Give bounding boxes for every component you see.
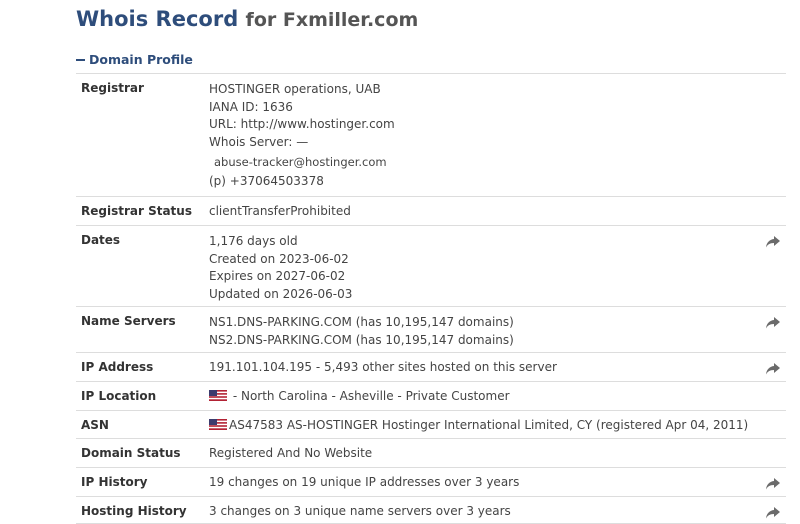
row-dates: Dates 1,176 days old Created on 2023-06-… (76, 225, 786, 306)
registrar-status-value: clientTransferProhibited (209, 204, 351, 218)
registrar-phone: (p) +37064503378 (209, 174, 324, 188)
domain-profile-table: Registrar HOSTINGER operations, UAB IANA… (76, 73, 786, 524)
row-label-domain-status: Domain Status (81, 446, 181, 460)
ip-address-value: 191.101.104.195 - 5,493 other sites host… (209, 360, 557, 374)
row-asn: ASN AS47583 AS-HOSTINGER Hostinger Inter… (76, 410, 786, 438)
registrar-value: HOSTINGER operations, UAB IANA ID: 1636 … (209, 81, 395, 191)
dates-created: Created on 2023-06-02 (209, 251, 349, 266)
domain-profile-toggle[interactable]: Domain Profile (76, 52, 193, 67)
registrar-name: HOSTINGER operations, UAB (209, 82, 381, 96)
dates-age: 1,176 days old (209, 234, 298, 248)
name-server-1: NS1.DNS-PARKING.COM (has 10,195,147 doma… (209, 315, 514, 329)
row-label-registrar-status: Registrar Status (81, 204, 192, 218)
row-label-asn: ASN (81, 418, 109, 432)
section-label: Domain Profile (89, 52, 193, 67)
row-ip-location: IP Location - North Carolina - Asheville… (76, 381, 786, 410)
registrar-url: URL: http://www.hostinger.com (209, 117, 395, 131)
name-server-2: NS2.DNS-PARKING.COM (has 10,195,147 doma… (209, 332, 514, 347)
ip-location-text: - North Carolina - Asheville - Private C… (232, 389, 510, 403)
title-domain: for Fxmiller.com (245, 9, 419, 31)
row-label-dates: Dates (81, 233, 121, 247)
registrar-iana: IANA ID: 1636 (209, 99, 293, 114)
domain-status-value: Registered And No Website (209, 446, 373, 460)
row-name-servers: Name Servers NS1.DNS-PARKING.COM (has 10… (76, 306, 786, 352)
share-arrow-icon[interactable] (766, 317, 780, 329)
row-domain-status: Domain Status Registered And No Website (76, 438, 786, 467)
row-label-hosting-history: Hosting History (81, 504, 187, 518)
us-flag-icon (209, 419, 227, 430)
row-registrar: Registrar HOSTINGER operations, UAB IANA… (76, 73, 786, 196)
asn-text: AS47583 AS-HOSTINGER Hostinger Internati… (229, 418, 749, 432)
row-ip-address: IP Address 191.101.104.195 - 5,493 other… (76, 352, 786, 381)
hosting-history-value: 3 changes on 3 unique name servers over … (209, 504, 511, 518)
asn-value: AS47583 AS-HOSTINGER Hostinger Internati… (209, 418, 748, 432)
ip-location-value: - North Carolina - Asheville - Private C… (209, 389, 510, 403)
collapse-minus-icon (76, 58, 85, 61)
whois-page: Whois Record for Fxmiller.com Domain Pro… (0, 0, 800, 524)
share-arrow-icon[interactable] (766, 478, 780, 490)
row-label-ip-history: IP History (81, 475, 148, 489)
ip-history-value: 19 changes on 19 unique IP addresses ove… (209, 475, 520, 489)
registrar-email: abuse-tracker@hostinger.com (214, 155, 387, 169)
share-arrow-icon[interactable] (766, 363, 780, 375)
row-label-ip-address: IP Address (81, 360, 154, 374)
share-arrow-icon[interactable] (766, 507, 780, 519)
dates-expires: Expires on 2027-06-02 (209, 269, 346, 283)
share-arrow-icon[interactable] (766, 236, 780, 248)
page-title: Whois Record for Fxmiller.com (76, 6, 418, 33)
row-hosting-history: Hosting History 3 changes on 3 unique na… (76, 496, 786, 524)
dates-updated: Updated on 2026-06-03 (209, 286, 353, 301)
row-label-registrar: Registrar (81, 81, 144, 95)
name-servers-value: NS1.DNS-PARKING.COM (has 10,195,147 doma… (209, 314, 514, 349)
row-label-ip-location: IP Location (81, 389, 157, 403)
row-ip-history: IP History 19 changes on 19 unique IP ad… (76, 467, 786, 496)
registrar-whois-server: Whois Server: — (209, 134, 309, 149)
dates-value: 1,176 days old Created on 2023-06-02 Exp… (209, 233, 352, 303)
row-label-name-servers: Name Servers (81, 314, 176, 328)
row-registrar-status: Registrar Status clientTransferProhibite… (76, 196, 786, 225)
us-flag-icon (209, 390, 227, 401)
title-main: Whois Record (76, 7, 239, 31)
